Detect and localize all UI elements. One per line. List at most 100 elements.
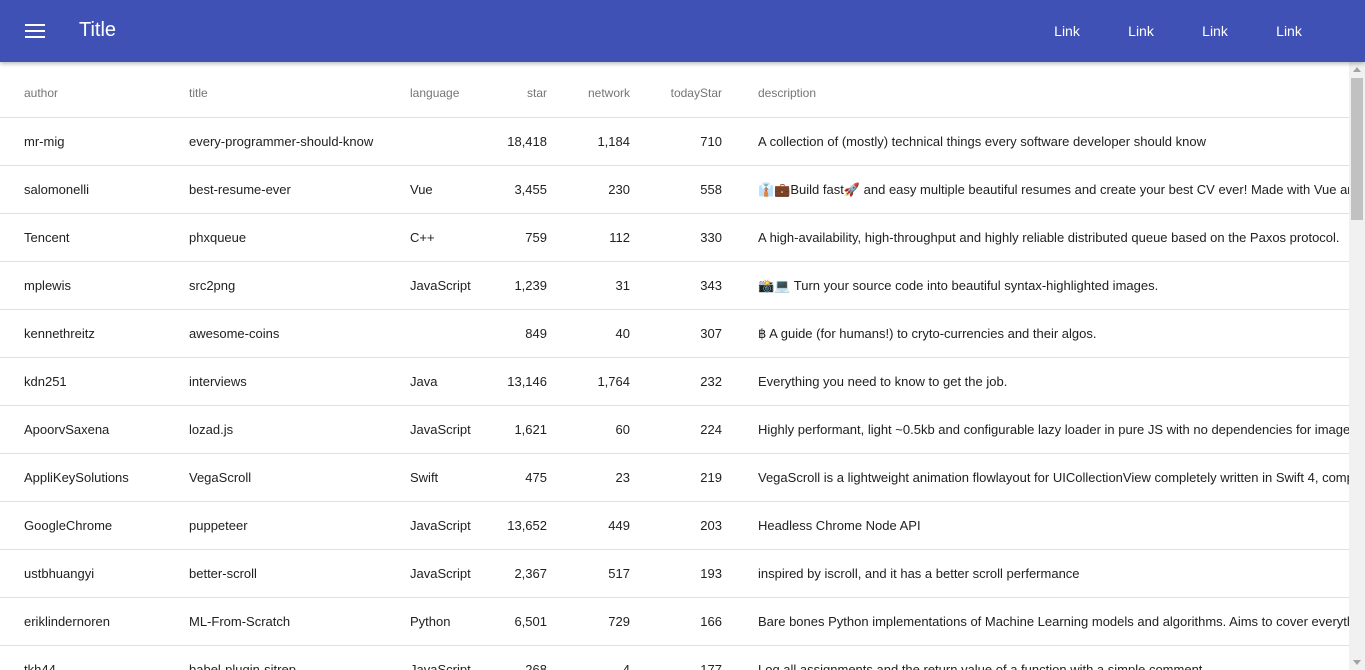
table-row[interactable]: mr-mig every-programmer-should-know 18,418… bbox=[0, 117, 1349, 166]
nav-link-3[interactable]: Link bbox=[1178, 0, 1252, 62]
scroll-down-arrow-icon[interactable] bbox=[1353, 660, 1361, 665]
cell-language: C++ bbox=[410, 213, 490, 262]
cell-star: 18,418 bbox=[490, 117, 547, 166]
trending-table-container: author title language star network today… bbox=[0, 62, 1349, 670]
cell-language: Java bbox=[410, 357, 490, 406]
cell-spacer bbox=[722, 309, 758, 358]
cell-language: JavaScript bbox=[410, 261, 490, 310]
cell-author: kennethreitz bbox=[0, 309, 189, 358]
cell-description: VegaScroll is a lightweight animation fl… bbox=[758, 453, 1349, 502]
column-header-description[interactable]: description bbox=[758, 62, 1349, 118]
cell-title: ML-From-Scratch bbox=[189, 597, 410, 646]
cell-today-star: 558 bbox=[630, 165, 722, 214]
cell-today-star: 232 bbox=[630, 357, 722, 406]
table-row[interactable]: kdn251 interviews Java 13,146 1,764 232 Everyt… bbox=[0, 357, 1349, 406]
table-row[interactable]: ApoorvSaxena lozad.js JavaScript 1,621 60 224… bbox=[0, 405, 1349, 454]
cell-language: JavaScript bbox=[410, 405, 490, 454]
cell-network: 40 bbox=[547, 309, 630, 358]
cell-spacer bbox=[722, 501, 758, 550]
cell-star: 2,367 bbox=[490, 549, 547, 598]
cell-network: 449 bbox=[547, 501, 630, 550]
cell-description: Headless Chrome Node API bbox=[758, 501, 1349, 550]
table-row[interactable]: AppliKeySolutions VegaScroll Swift 475 23 219… bbox=[0, 453, 1349, 502]
cell-spacer bbox=[722, 597, 758, 646]
cell-language: Swift bbox=[410, 453, 490, 502]
table-row[interactable]: Tencent phxqueue C++ 759 112 330 A high-availa… bbox=[0, 213, 1349, 262]
table-row[interactable]: kennethreitz awesome-coins 849 40 307 ฿ A gui… bbox=[0, 309, 1349, 358]
cell-star: 6,501 bbox=[490, 597, 547, 646]
cell-language bbox=[410, 309, 490, 358]
table-row[interactable]: GoogleChrome puppeteer JavaScript 13,652 449… bbox=[0, 501, 1349, 550]
column-header-today-star[interactable]: todayStar bbox=[630, 62, 722, 118]
cell-today-star: 343 bbox=[630, 261, 722, 310]
cell-description: Everything you need to know to get the j… bbox=[758, 357, 1349, 406]
nav-link-1[interactable]: Link bbox=[1030, 0, 1104, 62]
cell-title: src2png bbox=[189, 261, 410, 310]
cell-description: ฿ A guide (for humans!) to cryto-currenc… bbox=[758, 309, 1349, 358]
table-row[interactable]: eriklindernoren ML-From-Scratch Python 6,50… bbox=[0, 597, 1349, 646]
cell-language: Vue bbox=[410, 165, 490, 214]
cell-today-star: 224 bbox=[630, 405, 722, 454]
cell-star: 268 bbox=[490, 645, 547, 670]
menu-icon[interactable] bbox=[16, 13, 54, 49]
cell-title: phxqueue bbox=[189, 213, 410, 262]
cell-title: puppeteer bbox=[189, 501, 410, 550]
cell-today-star: 193 bbox=[630, 549, 722, 598]
page-title: Title bbox=[79, 19, 117, 41]
cell-author: mplewis bbox=[0, 261, 189, 310]
cell-language: JavaScript bbox=[410, 645, 490, 670]
vertical-scrollbar[interactable] bbox=[1349, 62, 1365, 670]
nav-link-4[interactable]: Link bbox=[1252, 0, 1326, 62]
cell-today-star: 330 bbox=[630, 213, 722, 262]
nav-links: Link Link Link Link bbox=[1030, 0, 1326, 62]
cell-description: 📸💻 Turn your source code into beautiful … bbox=[758, 261, 1349, 310]
table-row[interactable]: mplewis src2png JavaScript 1,239 31 343 📸💻 Tur… bbox=[0, 261, 1349, 310]
cell-network: 1,184 bbox=[547, 117, 630, 166]
cell-network: 729 bbox=[547, 597, 630, 646]
cell-description: Highly performant, light ~0.5kb and conf… bbox=[758, 405, 1349, 454]
cell-spacer bbox=[722, 165, 758, 214]
cell-author: ustbhuangyi bbox=[0, 549, 189, 598]
cell-star: 1,621 bbox=[490, 405, 547, 454]
cell-today-star: 219 bbox=[630, 453, 722, 502]
scrollbar-thumb[interactable] bbox=[1351, 78, 1363, 220]
column-header-language[interactable]: language bbox=[410, 62, 490, 118]
cell-star: 1,239 bbox=[490, 261, 547, 310]
cell-language bbox=[410, 117, 490, 166]
cell-title: best-resume-ever bbox=[189, 165, 410, 214]
nav-link-2[interactable]: Link bbox=[1104, 0, 1178, 62]
cell-spacer bbox=[722, 357, 758, 406]
table-row[interactable]: tkh44 babel-plugin-sitrep JavaScript 268 4 17… bbox=[0, 645, 1349, 670]
cell-title: VegaScroll bbox=[189, 453, 410, 502]
scroll-up-arrow-icon[interactable] bbox=[1353, 67, 1361, 72]
table-header-row: author title language star network today… bbox=[0, 62, 1349, 118]
cell-description: Log all assignments and the return value… bbox=[758, 645, 1349, 670]
column-header-author[interactable]: author bbox=[0, 62, 189, 118]
cell-star: 13,146 bbox=[490, 357, 547, 406]
cell-author: salomonelli bbox=[0, 165, 189, 214]
cell-title: awesome-coins bbox=[189, 309, 410, 358]
cell-spacer bbox=[722, 213, 758, 262]
cell-description: inspired by iscroll, and it has a better… bbox=[758, 549, 1349, 598]
cell-author: eriklindernoren bbox=[0, 597, 189, 646]
cell-today-star: 307 bbox=[630, 309, 722, 358]
table-row[interactable]: salomonelli best-resume-ever Vue 3,455 230 55… bbox=[0, 165, 1349, 214]
cell-description: A high-availability, high-throughput and… bbox=[758, 213, 1349, 262]
column-header-star[interactable]: star bbox=[490, 62, 547, 118]
cell-spacer bbox=[722, 645, 758, 670]
cell-description: A collection of (mostly) technical thing… bbox=[758, 117, 1349, 166]
column-header-network[interactable]: network bbox=[547, 62, 630, 118]
cell-language: JavaScript bbox=[410, 501, 490, 550]
cell-today-star: 203 bbox=[630, 501, 722, 550]
cell-spacer bbox=[722, 261, 758, 310]
cell-network: 23 bbox=[547, 453, 630, 502]
cell-title: better-scroll bbox=[189, 549, 410, 598]
cell-star: 475 bbox=[490, 453, 547, 502]
cell-author: mr-mig bbox=[0, 117, 189, 166]
cell-star: 13,652 bbox=[490, 501, 547, 550]
table-row[interactable]: ustbhuangyi better-scroll JavaScript 2,367 5… bbox=[0, 549, 1349, 598]
cell-network: 60 bbox=[547, 405, 630, 454]
column-spacer bbox=[722, 62, 758, 118]
column-header-title[interactable]: title bbox=[189, 62, 410, 118]
cell-spacer bbox=[722, 405, 758, 454]
